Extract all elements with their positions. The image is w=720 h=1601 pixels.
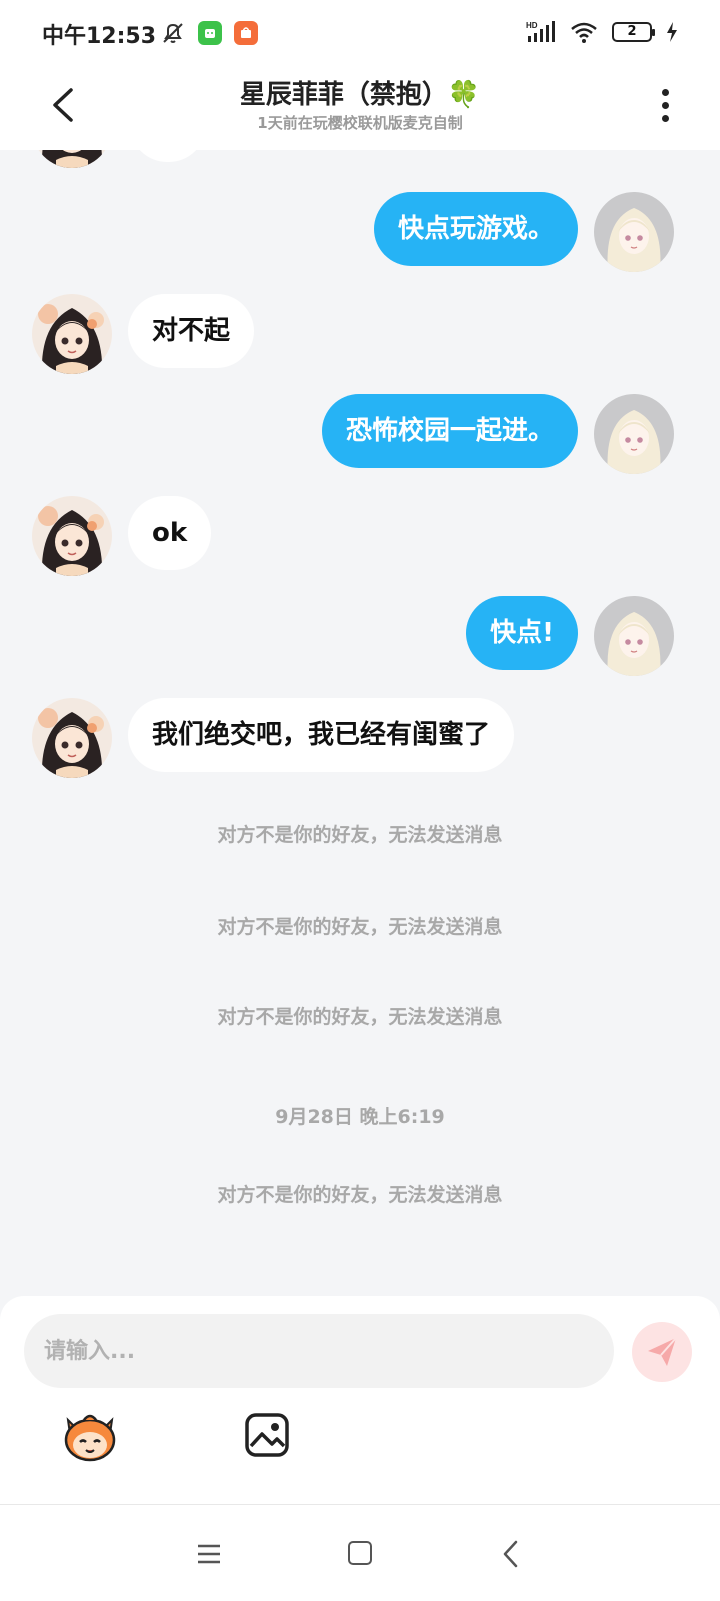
- system-notice: 对方不是你的好友，无法发送消息: [217, 916, 503, 938]
- message-row-incoming: [32, 150, 206, 168]
- message-input[interactable]: [24, 1314, 614, 1388]
- message-timestamp: 9月28日 晚上6:19: [275, 1106, 445, 1128]
- message-row-incoming: 对不起: [32, 294, 255, 374]
- message-row-incoming: ok: [32, 496, 212, 576]
- message-bubble-incoming[interactable]: 我们绝交吧，我已经有闺蜜了: [128, 698, 515, 772]
- status-time: 中午12:53: [42, 24, 157, 49]
- app-notification-icon: [198, 21, 222, 45]
- message-bubble-incoming[interactable]: [130, 150, 206, 162]
- charging-icon: [667, 22, 677, 42]
- nav-back-icon[interactable]: [500, 1539, 522, 1569]
- menu-icon[interactable]: [196, 1543, 222, 1565]
- signal-icon: HD: [526, 21, 555, 42]
- status-system-icons: HD 2: [526, 20, 678, 44]
- message-row-incoming: 我们绝交吧，我已经有闺蜜了: [32, 698, 515, 778]
- emoji-button[interactable]: [60, 1408, 120, 1464]
- store-notification-icon: [234, 21, 258, 45]
- message-bubble-outgoing[interactable]: 快点!: [466, 596, 578, 670]
- more-button[interactable]: [650, 82, 680, 128]
- muted-bell-icon: [163, 23, 183, 43]
- system-notice: 对方不是你的好友，无法发送消息: [217, 1184, 503, 1206]
- my-avatar[interactable]: [594, 596, 674, 676]
- system-notice: 对方不是你的好友，无法发送消息: [217, 1006, 503, 1028]
- more-icon: [661, 88, 669, 96]
- message-row-outgoing: 快点!: [466, 596, 674, 676]
- contact-avatar[interactable]: [32, 294, 112, 374]
- status-notification-icons: [160, 20, 258, 46]
- system-notice: 对方不是你的好友，无法发送消息: [217, 824, 503, 846]
- battery-icon: 2: [612, 22, 655, 42]
- image-button[interactable]: [244, 1412, 290, 1458]
- my-avatar[interactable]: [594, 394, 674, 474]
- contact-avatar[interactable]: [32, 150, 112, 168]
- system-navigation-bar: [0, 1504, 720, 1601]
- send-button[interactable]: [632, 1322, 692, 1382]
- chat-subtitle: 1天前在玩樱校联机版麦克自制: [257, 114, 463, 132]
- status-bar: 中午12:53 HD 2: [0, 0, 720, 68]
- emoji-mascot-icon: [64, 1414, 116, 1462]
- contact-avatar[interactable]: [32, 698, 112, 778]
- message-row-outgoing: 恐怖校园一起进。: [321, 394, 674, 474]
- chat-title[interactable]: 星辰菲菲（禁抱）🍀: [0, 74, 720, 111]
- message-list[interactable]: 快点玩游戏。 对不起 恐怖校园一起进。 ok 快点! 我们绝交吧，我已经有闺蜜了…: [0, 150, 720, 1290]
- home-icon[interactable]: [348, 1541, 372, 1565]
- wifi-icon: [571, 22, 597, 43]
- chat-header: 星辰菲菲（禁抱）🍀 1天前在玩樱校联机版麦克自制: [0, 68, 720, 150]
- message-bubble-incoming[interactable]: ok: [128, 496, 212, 570]
- message-bubble-incoming[interactable]: 对不起: [128, 294, 255, 368]
- message-bubble-outgoing[interactable]: 快点玩游戏。: [373, 192, 578, 266]
- send-icon: [648, 1337, 677, 1366]
- message-bubble-outgoing[interactable]: 恐怖校园一起进。: [321, 394, 578, 468]
- image-icon: [245, 1413, 289, 1457]
- message-row-outgoing: 快点玩游戏。: [373, 192, 674, 272]
- composer-panel: [0, 1296, 720, 1504]
- svg-text:HD: HD: [526, 21, 538, 30]
- my-avatar[interactable]: [594, 192, 674, 272]
- contact-avatar[interactable]: [32, 496, 112, 576]
